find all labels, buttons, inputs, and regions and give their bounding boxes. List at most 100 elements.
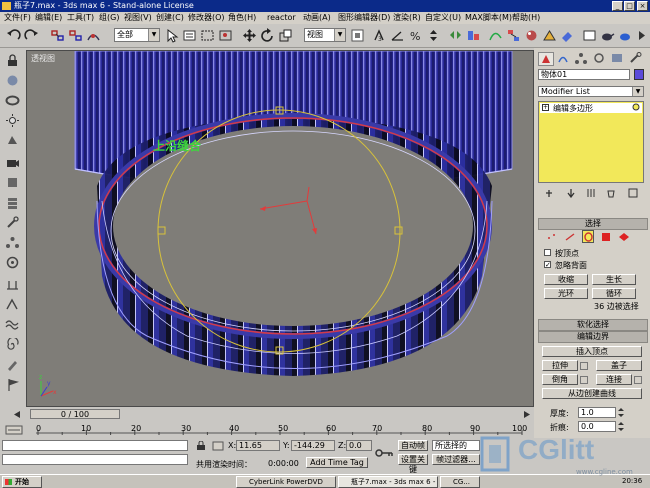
show-end-result-icon[interactable] — [566, 188, 576, 200]
make-unique-icon[interactable] — [586, 188, 596, 200]
modifier-list-dropdown[interactable]: Modifier List ▼ — [538, 86, 644, 97]
shape-icon[interactable] — [5, 176, 20, 189]
create-shape-button[interactable]: 从边创建曲线 — [542, 388, 642, 399]
loop-button[interactable]: 循环 — [592, 288, 636, 299]
menu-reactor[interactable]: reactor — [267, 12, 296, 24]
angle-snap-icon[interactable] — [390, 28, 405, 43]
maximize-button[interactable]: □ — [624, 1, 635, 11]
menu-group[interactable]: 组(G) — [99, 12, 119, 24]
menu-customize[interactable]: 自定义(U) — [425, 12, 461, 24]
sphere-icon[interactable] — [5, 74, 20, 87]
key-filters-button[interactable]: 帧过滤器... — [432, 454, 480, 465]
select-by-name-icon[interactable] — [182, 28, 197, 43]
lock-selection-icon[interactable] — [196, 440, 206, 451]
curve-editor-icon[interactable] — [488, 28, 503, 43]
light-bulb-icon[interactable] — [632, 103, 640, 112]
motion-icon[interactable] — [5, 256, 20, 269]
auto-key-button[interactable]: 自动帧 — [398, 440, 428, 451]
menu-edit[interactable]: 编辑(E) — [35, 12, 62, 24]
chamfer-settings-button[interactable] — [580, 376, 588, 384]
tab-create[interactable] — [538, 52, 554, 66]
stack-item-edit-poly[interactable]: + 编辑多边形 — [540, 103, 642, 113]
menu-modifiers[interactable]: 修改器(O) — [188, 12, 225, 24]
camera-icon[interactable] — [5, 156, 20, 169]
pivot-icon[interactable] — [350, 28, 365, 43]
light-icon[interactable] — [5, 114, 20, 127]
time-prev-icon[interactable] — [12, 410, 22, 419]
object-color-swatch[interactable] — [634, 69, 644, 80]
undo-icon[interactable] — [6, 28, 21, 43]
tab-motion[interactable] — [592, 52, 608, 66]
flag-icon[interactable] — [5, 378, 20, 391]
paint-icon[interactable] — [5, 358, 20, 371]
tab-modify[interactable] — [556, 52, 572, 66]
remove-modifier-icon[interactable] — [606, 188, 616, 200]
border-level-icon[interactable] — [582, 230, 594, 243]
tab-display[interactable] — [610, 52, 626, 66]
menu-file[interactable]: 文件(F) — [4, 12, 31, 24]
vertex-level-icon[interactable] — [546, 232, 558, 244]
soft-selection-rollout-header[interactable]: 软化选择 — [538, 319, 648, 331]
menu-rendering[interactable]: 渲染(R) — [393, 12, 421, 24]
tab-hierarchy[interactable] — [574, 52, 590, 66]
modifier-stack[interactable]: + 编辑多边形 — [538, 101, 644, 183]
mirror-icon[interactable] — [448, 28, 463, 43]
task-powerdvd[interactable]: CyberLink PowerDVD — [236, 476, 336, 488]
menu-character[interactable]: 角色(H) — [228, 12, 256, 24]
active-shade-icon[interactable] — [618, 28, 633, 43]
key-filter-dropdown[interactable]: 所选择的 — [432, 440, 480, 451]
menu-tools[interactable]: 工具(T) — [67, 12, 94, 24]
scroll-right-icon[interactable] — [634, 28, 649, 43]
bone-icon[interactable] — [5, 134, 20, 147]
polygon-level-icon[interactable] — [600, 232, 612, 244]
task-3dsmax[interactable]: 瓶子7.max - 3ds max 6 - — [338, 476, 438, 488]
window-crossing-icon[interactable] — [218, 28, 233, 43]
utility-icon[interactable] — [5, 298, 20, 311]
menu-maxscript[interactable]: MAX脚本(M) — [465, 12, 512, 24]
task-cg[interactable]: CG... — [440, 476, 480, 488]
minimize-button[interactable]: _ — [612, 1, 623, 11]
select-object-icon[interactable] — [164, 28, 179, 43]
pin-stack-icon[interactable] — [544, 188, 554, 200]
torus-icon[interactable] — [5, 94, 20, 107]
absolute-mode-icon[interactable] — [212, 441, 224, 451]
connect-settings-button[interactable] — [634, 376, 642, 384]
object-name-field[interactable]: 物体01 — [538, 69, 630, 80]
time-next-icon[interactable] — [522, 410, 532, 419]
track-bar-menu-icon[interactable] — [4, 423, 24, 437]
menu-views[interactable]: 视图(V) — [124, 12, 152, 24]
align-icon[interactable] — [466, 28, 481, 43]
thickness-input[interactable]: 1.0 — [578, 407, 616, 418]
key-icon[interactable] — [374, 446, 394, 460]
schematic-icon[interactable] — [506, 28, 521, 43]
ring-button[interactable]: 光环 — [544, 288, 588, 299]
track-bar[interactable]: 0 10 20 30 40 50 60 70 80 90 100 — [26, 422, 534, 438]
spiral-icon[interactable] — [5, 336, 20, 351]
grow-button[interactable]: 生长 — [592, 274, 636, 285]
maxscript-listener-field[interactable] — [2, 440, 188, 451]
ref-coord-dropdown[interactable]: 视图 ▼ — [304, 28, 346, 42]
configure-sets-icon[interactable] — [628, 188, 638, 200]
connect-button[interactable]: 连接 — [596, 374, 632, 385]
thickness-spinner-icon[interactable] — [618, 407, 624, 418]
render-type-icon[interactable] — [582, 28, 597, 43]
wave-icon[interactable] — [5, 318, 20, 331]
maxscript-output-field[interactable] — [2, 454, 188, 465]
rectangular-region-icon[interactable] — [200, 28, 215, 43]
move-icon[interactable] — [242, 28, 257, 43]
edit-borders-rollout-header[interactable]: 编辑边界 — [538, 331, 648, 343]
spinner-snap-icon[interactable] — [426, 28, 441, 43]
material-editor-icon[interactable] — [524, 28, 539, 43]
extrude-button[interactable]: 拉伸 — [542, 360, 578, 371]
edge-level-icon[interactable] — [564, 232, 576, 244]
cap-button[interactable]: 盖子 — [596, 360, 642, 371]
render-scene-icon[interactable] — [542, 28, 557, 43]
insert-vertex-button[interactable]: 插入顶点 — [542, 346, 642, 357]
stack-icon[interactable] — [5, 196, 20, 209]
snap-icon[interactable]: 3 — [372, 28, 387, 43]
menu-create[interactable]: 创建(C) — [156, 12, 184, 24]
menu-help[interactable]: 帮助(H) — [512, 12, 540, 24]
x-coordinate-field[interactable]: 11.65 — [236, 440, 280, 451]
close-button[interactable]: × — [637, 1, 648, 11]
selection-filter-dropdown[interactable]: 全部 ▼ — [114, 28, 160, 42]
